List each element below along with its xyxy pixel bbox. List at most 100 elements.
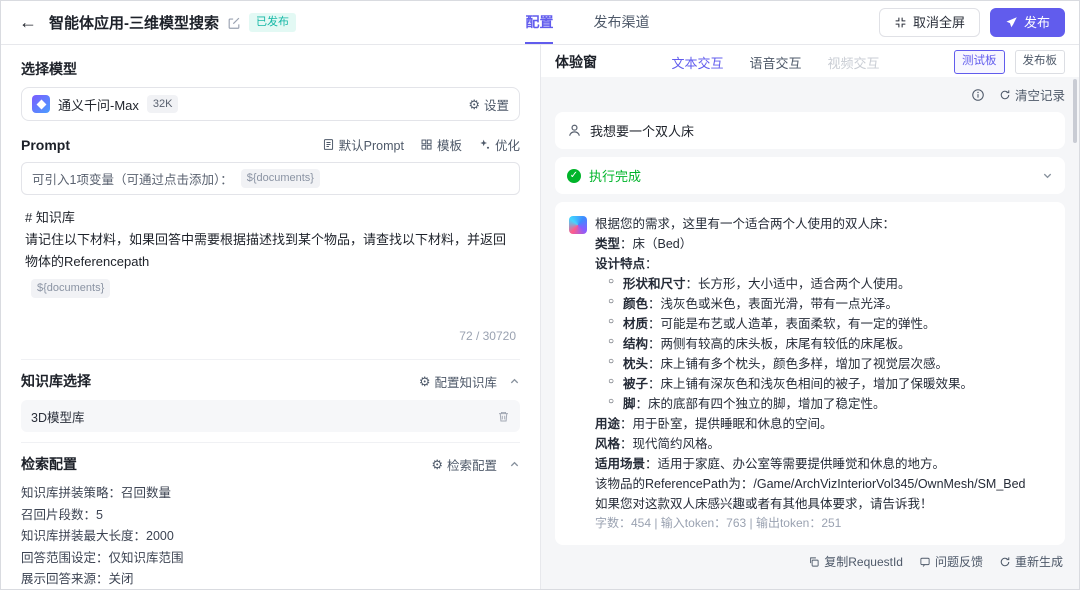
bullet-icon: ○	[608, 294, 614, 310]
tab-voice-interaction[interactable]: 语音交互	[749, 53, 801, 72]
assistant-intro: 根据您的需求，这里有一个适合两个人使用的双人床：	[595, 214, 1026, 234]
model-section-title: 选择模型	[21, 59, 520, 79]
scrollbar-thumb[interactable]	[1073, 79, 1077, 143]
experience-title: 体验窗	[555, 52, 597, 72]
char-count: 72 / 30720	[459, 329, 516, 347]
bullet-icon: ○	[608, 334, 614, 350]
app-window: ← 智能体应用-三维模型搜索 已发布 配置 发布渠道 取消全屏 发布	[0, 0, 1080, 590]
clear-history-label: 清空记录	[1015, 85, 1065, 104]
configure-kb-button[interactable]: ⚙ 配置知识库	[419, 372, 497, 391]
trash-icon[interactable]	[497, 410, 510, 423]
regenerate-label: 重新生成	[1015, 553, 1063, 570]
clear-history-button[interactable]: 清空记录	[999, 85, 1065, 104]
back-button[interactable]: ←	[15, 12, 41, 33]
prompt-actions: 默认Prompt 模板 优化	[322, 135, 520, 154]
prompt-variable-chip[interactable]: ${documents}	[31, 279, 110, 298]
feature-item: ○结构：两侧有较高的床头板，床尾有较低的床尾板。	[608, 334, 1026, 354]
bullet-icon: ○	[608, 314, 614, 330]
experience-header: 体验窗 文本交互 语音交互 视频交互 测试板 发布板	[541, 45, 1079, 77]
top-bar: ← 智能体应用-三维模型搜索 已发布 配置 发布渠道 取消全屏 发布	[1, 1, 1079, 45]
tab-config[interactable]: 配置	[525, 1, 553, 44]
variable-tag[interactable]: ${documents}	[241, 169, 320, 188]
cancel-fullscreen-label: 取消全屏	[913, 15, 965, 31]
bullet-icon: ○	[608, 374, 614, 390]
execution-status[interactable]: ✓ 执行完成	[555, 157, 1065, 194]
edit-title-icon[interactable]	[227, 16, 241, 30]
top-bar-right: 取消全屏 发布	[879, 1, 1065, 44]
regenerate-button[interactable]: 重新生成	[999, 553, 1063, 570]
check-icon: ✓	[567, 169, 581, 183]
feature-item: ○被子：床上铺有深灰色和浅灰色相间的被子，增加了保暖效果。	[608, 374, 1026, 394]
retrieval-setting: 召回片段数：5	[21, 505, 520, 527]
model-selector[interactable]: 通义千问-Max 32K ⚙ 设置	[21, 87, 520, 121]
tab-text-interaction[interactable]: 文本交互	[671, 53, 723, 72]
feature-item: ○枕头：床上铺有多个枕头，颜色多样，增加了视觉层次感。	[608, 354, 1026, 374]
template-button[interactable]: 模板	[420, 135, 462, 154]
status-text: 执行完成	[589, 166, 641, 185]
variable-hint-bar: 可引入1项变量（可通过点击添加）： ${documents}	[21, 162, 520, 195]
user-icon	[567, 123, 582, 138]
bullet-icon: ○	[608, 354, 614, 370]
retrieval-setting: 知识库拼装最大长度：2000	[21, 526, 520, 548]
retrieval-section: 检索配置 ⚙ 检索配置 知识库拼装策略：召回数量 召回片段数：5 知识	[21, 442, 520, 589]
user-message-text: 我想要一个双人床	[590, 121, 694, 140]
model-settings-button[interactable]: ⚙ 设置	[468, 95, 509, 114]
kb-section: 知识库选择 ⚙ 配置知识库 3D模型库	[21, 359, 520, 432]
assistant-closing: 如果您对这款双人床感兴趣或者有其他具体要求，请告诉我！	[595, 494, 1026, 514]
assistant-message-text: 根据您的需求，这里有一个适合两个人使用的双人床： 类型：床（Bed） 设计特点：…	[595, 214, 1026, 533]
retrieval-config-button[interactable]: ⚙ 检索配置	[431, 455, 497, 474]
send-icon	[1005, 16, 1018, 29]
copy-requestid-label: 复制RequestId	[824, 553, 903, 570]
user-message: 我想要一个双人床	[555, 112, 1065, 149]
publish-board-button[interactable]: 发布板	[1015, 50, 1066, 73]
chevron-up-icon[interactable]	[509, 459, 520, 470]
chat-toolbar: 清空记录	[555, 83, 1065, 104]
template-label: 模板	[437, 135, 462, 154]
prompt-line-body: 请记住以下材料，如果回答中需要根据描述找到某个物品，请查找以下材料，并返回物体的…	[25, 229, 516, 273]
chevron-up-icon[interactable]	[509, 376, 520, 387]
feature-item: ○颜色：浅灰色或米色，表面光滑，带有一点光泽。	[608, 294, 1026, 314]
document-icon	[322, 138, 335, 151]
copy-requestid-button[interactable]: 复制RequestId	[808, 553, 903, 570]
assistant-scene-line: 适用场景：适用于家庭、办公室等需要提供睡觉和休息的地方。	[595, 454, 1026, 474]
default-prompt-button[interactable]: 默认Prompt	[322, 135, 404, 154]
prompt-editor[interactable]: # 知识库 请记住以下材料，如果回答中需要根据描述找到某个物品，请查找以下材料，…	[21, 199, 520, 349]
kb-item-label: 3D模型库	[31, 407, 84, 426]
assistant-type-line: 类型：床（Bed）	[595, 234, 1026, 254]
variable-hint-text: 可引入1项变量（可通过点击添加）：	[32, 169, 233, 188]
chevron-down-icon[interactable]	[1042, 170, 1053, 181]
config-panel: 选择模型 通义千问-Max 32K ⚙ 设置 Prompt	[1, 45, 541, 589]
assistant-avatar	[569, 216, 587, 234]
page-title: 智能体应用-三维模型搜索	[49, 12, 219, 33]
experience-panel: 体验窗 文本交互 语音交互 视频交互 测试板 发布板	[541, 45, 1079, 589]
fullscreen-exit-icon	[894, 16, 907, 29]
copy-icon	[808, 556, 820, 568]
gear-icon: ⚙	[419, 375, 431, 388]
assistant-message: 根据您的需求，这里有一个适合两个人使用的双人床： 类型：床（Bed） 设计特点：…	[555, 202, 1065, 545]
chat-area: 清空记录 我想要一个双人床 ✓ 执行完成	[541, 77, 1079, 589]
kb-item[interactable]: 3D模型库	[21, 400, 520, 432]
retrieval-setting: 回答范围设定：仅知识库范围	[21, 548, 520, 570]
retrieval-config-label: 检索配置	[447, 455, 497, 474]
kb-section-title: 知识库选择	[21, 371, 91, 391]
info-icon[interactable]	[971, 88, 985, 102]
cancel-fullscreen-button[interactable]: 取消全屏	[879, 8, 980, 38]
tab-publish-channels[interactable]: 发布渠道	[593, 1, 649, 44]
test-board-button[interactable]: 测试板	[954, 50, 1005, 73]
token-stats: 字数：454 | 输入token：763 | 输出token：251	[595, 514, 1026, 533]
model-logo-icon	[32, 95, 50, 113]
status-badge: 已发布	[249, 13, 296, 31]
publish-label: 发布	[1024, 15, 1050, 31]
feature-item: ○形状和尺寸：长方形，大小适中，适合两个人使用。	[608, 274, 1026, 294]
prompt-line-heading: # 知识库	[25, 207, 516, 229]
feedback-button[interactable]: 问题反馈	[919, 553, 983, 570]
assistant-feature-list: ○形状和尺寸：长方形，大小适中，适合两个人使用。 ○颜色：浅灰色或米色，表面光滑…	[595, 274, 1026, 414]
publish-button[interactable]: 发布	[990, 8, 1065, 38]
optimize-button[interactable]: 优化	[478, 135, 520, 154]
main-area: 选择模型 通义千问-Max 32K ⚙ 设置 Prompt	[1, 45, 1079, 589]
assistant-features-line: 设计特点：	[595, 254, 1026, 274]
feature-item: ○材质：可能是布艺或人造革，表面柔软，有一定的弹性。	[608, 314, 1026, 334]
assistant-style-line: 风格：现代简约风格。	[595, 434, 1026, 454]
default-prompt-label: 默认Prompt	[339, 135, 404, 154]
assistant-usage-line: 用途：用于卧室，提供睡眠和休息的空间。	[595, 414, 1026, 434]
